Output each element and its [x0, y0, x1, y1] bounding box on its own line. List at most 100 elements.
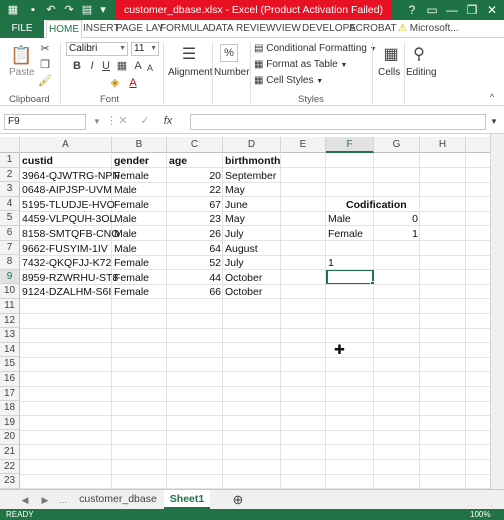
header-birthmonth[interactable]: birthmonth: [225, 154, 280, 168]
customize-qat-icon[interactable]: ▾: [96, 3, 110, 17]
header-age[interactable]: age: [169, 154, 187, 168]
conditional-formatting-button[interactable]: ▤ Conditional Formatting ▼: [254, 42, 377, 57]
copy-icon[interactable]: ❐: [38, 58, 52, 72]
tab-insert[interactable]: INSERT: [83, 20, 120, 38]
tab-data[interactable]: DATA: [207, 20, 235, 38]
format-as-table-button[interactable]: ▦ Format as Table ▼: [254, 58, 347, 73]
row-header[interactable]: 8: [0, 255, 20, 270]
cell-gender[interactable]: Female: [114, 271, 149, 285]
active-cell-f9[interactable]: [326, 269, 374, 285]
cell-custid[interactable]: 9124-DZALHM-S6I: [22, 285, 111, 299]
zoom-level[interactable]: 100%: [470, 509, 490, 520]
cell-age[interactable]: 26: [167, 227, 221, 241]
percent-icon[interactable]: %: [220, 44, 238, 62]
worksheet-grid[interactable]: A B C D E F G H custid gender age birthm…: [0, 137, 490, 489]
decrease-font-icon[interactable]: A: [144, 61, 156, 75]
column-header-i[interactable]: [466, 137, 490, 153]
row-header[interactable]: 4: [0, 196, 20, 212]
column-header-a[interactable]: A: [20, 137, 112, 153]
bold-button[interactable]: B: [71, 59, 83, 73]
column-header-f[interactable]: F: [326, 137, 374, 153]
cell-age[interactable]: 23: [167, 212, 221, 226]
codification-title[interactable]: Codification: [346, 198, 407, 212]
column-header-c[interactable]: C: [167, 137, 223, 153]
add-sheet-button[interactable]: ⊕: [228, 490, 248, 509]
vertical-scrollbar[interactable]: [490, 134, 504, 489]
fill-color-icon[interactable]: ◈: [108, 76, 122, 90]
row-header[interactable]: 5: [0, 211, 20, 226]
insert-function-button[interactable]: fx: [160, 114, 176, 128]
row-header[interactable]: 2: [0, 167, 20, 183]
cell-gender[interactable]: Female: [114, 285, 149, 299]
column-header-g[interactable]: G: [374, 137, 420, 153]
increase-font-icon[interactable]: A: [132, 59, 144, 73]
row-header[interactable]: 11: [0, 299, 20, 314]
expand-formula-icon[interactable]: ▼: [488, 115, 500, 129]
cell-age[interactable]: 64: [167, 242, 221, 256]
paste-icon[interactable]: 📋: [10, 44, 32, 66]
account-menu[interactable]: ⚠ Microsoft...: [398, 20, 459, 38]
tab-developer[interactable]: DEVELOPE: [302, 20, 356, 38]
formula-input[interactable]: [190, 114, 486, 130]
restore-button[interactable]: ❐: [464, 2, 480, 18]
row-header[interactable]: 18: [0, 401, 20, 416]
paste-button[interactable]: Paste: [9, 66, 35, 80]
column-header-b[interactable]: B: [112, 137, 167, 153]
cell-styles-button[interactable]: ▦ Cell Styles ▼: [254, 74, 323, 89]
row-header[interactable]: 12: [0, 313, 20, 329]
row-header[interactable]: 21: [0, 445, 20, 460]
format-painter-icon[interactable]: 🖌: [38, 74, 52, 88]
cell-birthmonth[interactable]: July: [225, 256, 244, 270]
tab-acrobat[interactable]: ACROBAT: [349, 20, 397, 38]
row-header[interactable]: 23: [0, 474, 20, 489]
tab-formulas[interactable]: FORMULA: [160, 20, 209, 38]
alignment-icon[interactable]: ☰: [178, 44, 200, 66]
cell-custid[interactable]: 8959-RZWRHU-ST8: [22, 271, 118, 285]
cell-gender[interactable]: Female: [114, 169, 149, 183]
row-header[interactable]: 13: [0, 328, 20, 343]
row-header[interactable]: 7: [0, 240, 20, 256]
column-header-d[interactable]: D: [223, 137, 281, 153]
font-name-combo[interactable]: Calibri ▼: [66, 42, 128, 56]
cell-gender[interactable]: Male: [114, 227, 137, 241]
row-header[interactable]: 20: [0, 430, 20, 445]
row-header[interactable]: 1: [0, 153, 20, 168]
cell-age[interactable]: 44: [167, 271, 221, 285]
name-box-dropdown-icon[interactable]: ▼: [92, 115, 102, 129]
cell-custid[interactable]: 0648-AIPJSP-UVM: [22, 183, 112, 197]
codification-male-value[interactable]: 0: [374, 212, 418, 226]
font-size-combo[interactable]: 11 ▼: [131, 42, 159, 56]
cell-age[interactable]: 22: [167, 183, 221, 197]
cell-birthmonth[interactable]: September: [225, 169, 276, 183]
row-header[interactable]: 19: [0, 415, 20, 431]
tab-file[interactable]: FILE: [0, 20, 44, 38]
row-header[interactable]: 10: [0, 284, 20, 299]
more-sheets-icon[interactable]: …: [56, 493, 70, 507]
enter-icon[interactable]: ✓: [138, 114, 152, 128]
tab-page-layout[interactable]: PAGE LAY: [116, 20, 164, 38]
cell-custid[interactable]: 8158-SMTQFB-CNO: [22, 227, 119, 241]
cells-button[interactable]: Cells: [378, 66, 400, 80]
next-sheet-icon[interactable]: ▶: [38, 493, 52, 507]
header-gender[interactable]: gender: [114, 154, 149, 168]
cell-age[interactable]: 20: [167, 169, 221, 183]
select-all-corner[interactable]: [0, 137, 20, 153]
cell-gender[interactable]: Female: [114, 198, 149, 212]
row-header[interactable]: 17: [0, 386, 20, 402]
collapse-ribbon-icon[interactable]: ^: [486, 90, 498, 104]
number-button[interactable]: Number: [214, 66, 250, 80]
cell-birthmonth[interactable]: May: [225, 183, 245, 197]
column-header-e[interactable]: E: [281, 137, 326, 153]
row-header[interactable]: 3: [0, 182, 20, 197]
save-icon[interactable]: ▪: [26, 3, 40, 17]
cell-birthmonth[interactable]: August: [225, 242, 258, 256]
alignment-button[interactable]: Alignment: [168, 66, 212, 80]
cut-icon[interactable]: ✂: [38, 42, 52, 56]
close-button[interactable]: ✕: [484, 2, 500, 18]
codification-female-label[interactable]: Female: [328, 227, 363, 241]
header-custid[interactable]: custid: [22, 154, 53, 168]
help-button[interactable]: ?: [404, 2, 420, 18]
form-icon[interactable]: ▤: [80, 3, 94, 17]
cell-gender[interactable]: Male: [114, 212, 137, 226]
cell-birthmonth[interactable]: July: [225, 227, 244, 241]
